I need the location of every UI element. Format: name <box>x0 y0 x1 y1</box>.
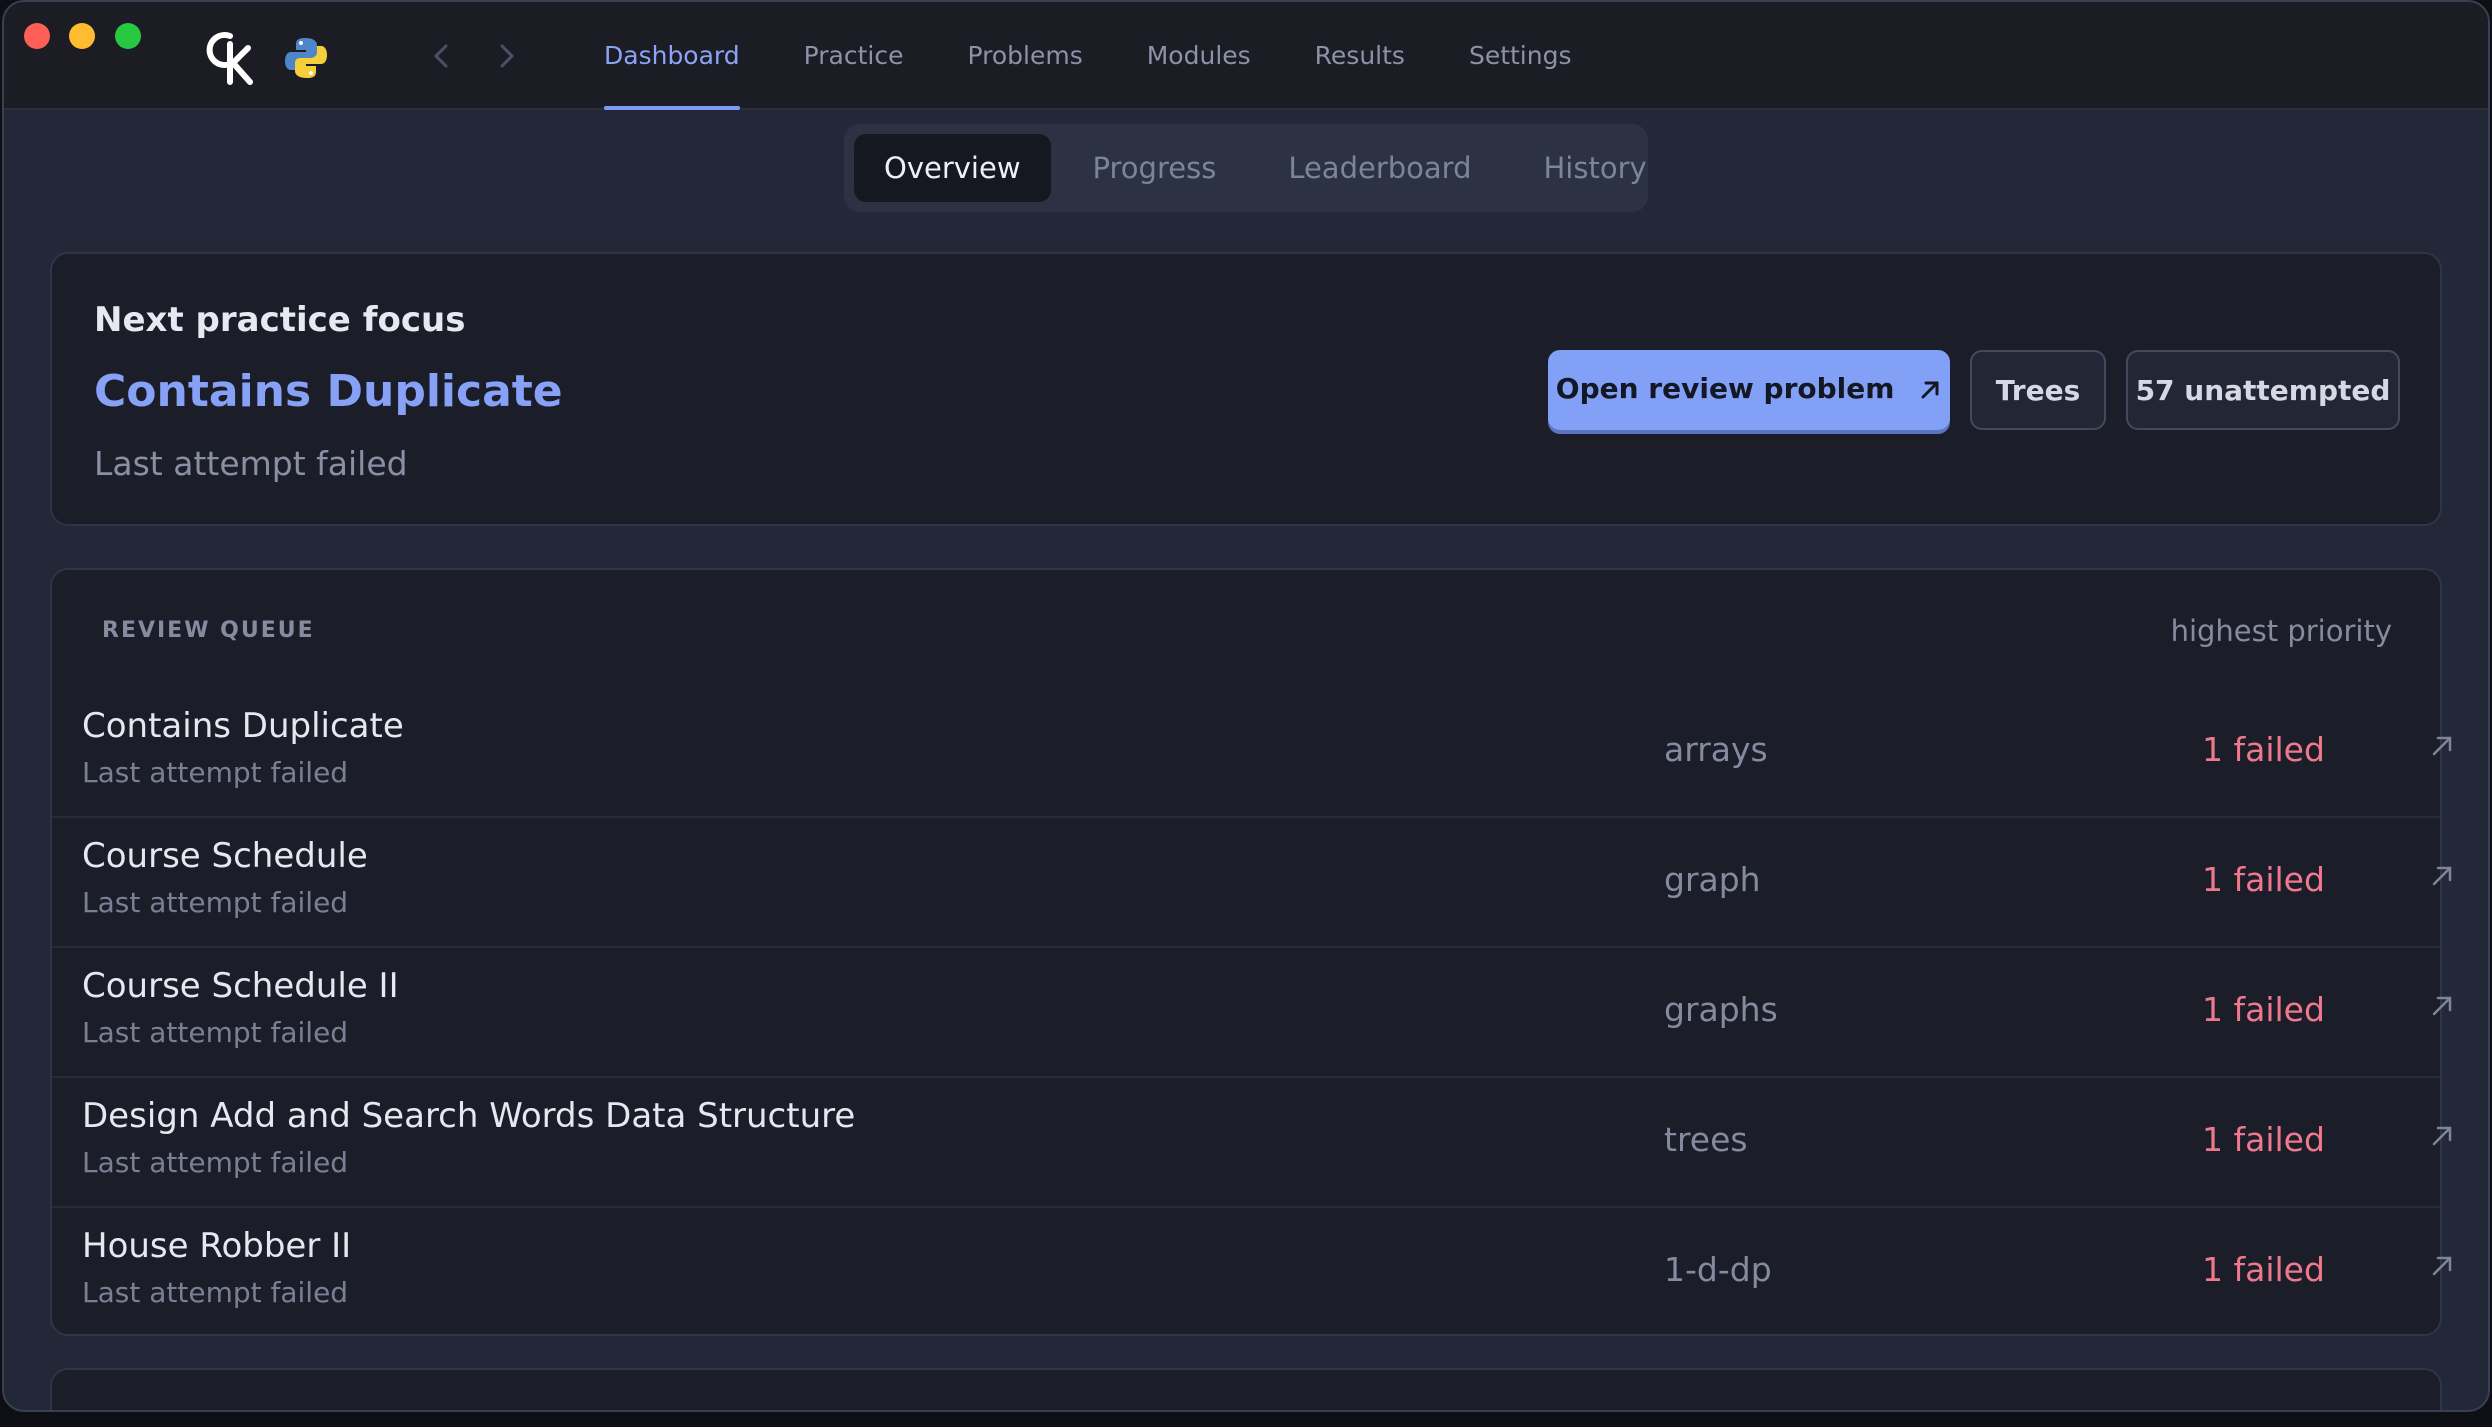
minimize-window-button[interactable] <box>69 23 95 49</box>
external-link-icon[interactable] <box>2428 732 2456 760</box>
row-status: 1 failed <box>2202 860 2325 899</box>
next-section-card <box>50 1368 2442 1410</box>
row-subtitle: Last attempt failed <box>82 1276 349 1309</box>
row-tag: graph <box>1664 860 1761 899</box>
segment-tab-leaderboard[interactable]: Leaderboard <box>1258 134 1501 202</box>
row-status: 1 failed <box>2202 1120 2325 1159</box>
next-practice-focus-card: Next practice focus Contains Duplicate L… <box>50 252 2442 526</box>
nav-tab-results[interactable]: Results <box>1315 2 1405 110</box>
external-link-icon[interactable] <box>2428 1122 2456 1150</box>
nav-tab-settings[interactable]: Settings <box>1469 2 1572 110</box>
open-review-problem-label: Open review problem <box>1555 372 1895 405</box>
trees-tag-button[interactable]: Trees <box>1970 350 2106 430</box>
app-window: Dashboard Practice Problems Modules Resu… <box>2 0 2490 1412</box>
forward-arrow-icon[interactable] <box>492 38 520 74</box>
close-window-button[interactable] <box>24 23 50 49</box>
row-tag: graphs <box>1664 990 1778 1029</box>
review-queue-row[interactable]: Course Schedule II Last attempt failed g… <box>52 948 2452 1078</box>
row-title: Course Schedule II <box>82 966 399 1006</box>
focus-status: Last attempt failed <box>94 444 408 483</box>
row-subtitle: Last attempt failed <box>82 1146 349 1179</box>
back-arrow-icon[interactable] <box>428 38 456 74</box>
row-title: Contains Duplicate <box>82 706 404 746</box>
external-link-icon[interactable] <box>2428 992 2456 1020</box>
segment-tab-overview[interactable]: Overview <box>854 134 1051 202</box>
external-link-icon[interactable] <box>2428 1252 2456 1280</box>
nav-tab-modules[interactable]: Modules <box>1147 2 1251 110</box>
external-link-icon[interactable] <box>2428 862 2456 890</box>
row-title: Course Schedule <box>82 836 368 876</box>
title-bar: Dashboard Practice Problems Modules Resu… <box>4 2 2488 110</box>
review-queue-row[interactable]: Design Add and Search Words Data Structu… <box>52 1078 2452 1208</box>
open-review-problem-button[interactable]: Open review problem <box>1548 350 1950 430</box>
review-queue-row[interactable]: Contains Duplicate Last attempt failed a… <box>52 688 2452 818</box>
arrow-up-right-icon <box>1921 381 1939 399</box>
nav-tab-practice[interactable]: Practice <box>804 2 904 110</box>
row-subtitle: Last attempt failed <box>82 886 349 919</box>
review-queue-heading: REVIEW QUEUE <box>102 618 315 643</box>
dashboard-segmented-tabs: Overview Progress Leaderboard History <box>844 124 1648 212</box>
priority-label: highest priority <box>2170 614 2392 648</box>
nav-tab-problems[interactable]: Problems <box>968 2 1083 110</box>
nav-tab-dashboard[interactable]: Dashboard <box>604 2 740 110</box>
focus-kicker: Next practice focus <box>94 300 466 340</box>
python-logo-icon <box>285 38 327 78</box>
row-status: 1 failed <box>2202 1250 2325 1289</box>
unattempted-count-button[interactable]: 57 unattempted <box>2126 350 2400 430</box>
row-title: Design Add and Search Words Data Structu… <box>82 1096 856 1136</box>
review-queue-list: Contains Duplicate Last attempt failed a… <box>52 688 2452 1338</box>
row-subtitle: Last attempt failed <box>82 756 349 789</box>
row-tag: 1-d-dp <box>1664 1250 1772 1289</box>
row-status: 1 failed <box>2202 990 2325 1029</box>
row-title: House Robber II <box>82 1226 352 1266</box>
ck-logo-icon <box>206 32 253 85</box>
review-queue-row[interactable]: House Robber II Last attempt failed 1-d-… <box>52 1208 2452 1338</box>
segment-tab-progress[interactable]: Progress <box>1063 134 1247 202</box>
zoom-window-button[interactable] <box>115 23 141 49</box>
row-status: 1 failed <box>2202 730 2325 769</box>
row-subtitle: Last attempt failed <box>82 1016 349 1049</box>
review-queue-row[interactable]: Course Schedule Last attempt failed grap… <box>52 818 2452 948</box>
row-tag: trees <box>1664 1120 1748 1159</box>
main-nav: Dashboard Practice Problems Modules Resu… <box>604 2 1636 110</box>
row-tag: arrays <box>1664 730 1768 769</box>
review-queue-card: REVIEW QUEUE highest priority Contains D… <box>50 568 2452 1338</box>
focus-problem-title[interactable]: Contains Duplicate <box>94 366 563 417</box>
segment-tab-history[interactable]: History <box>1514 134 1677 202</box>
